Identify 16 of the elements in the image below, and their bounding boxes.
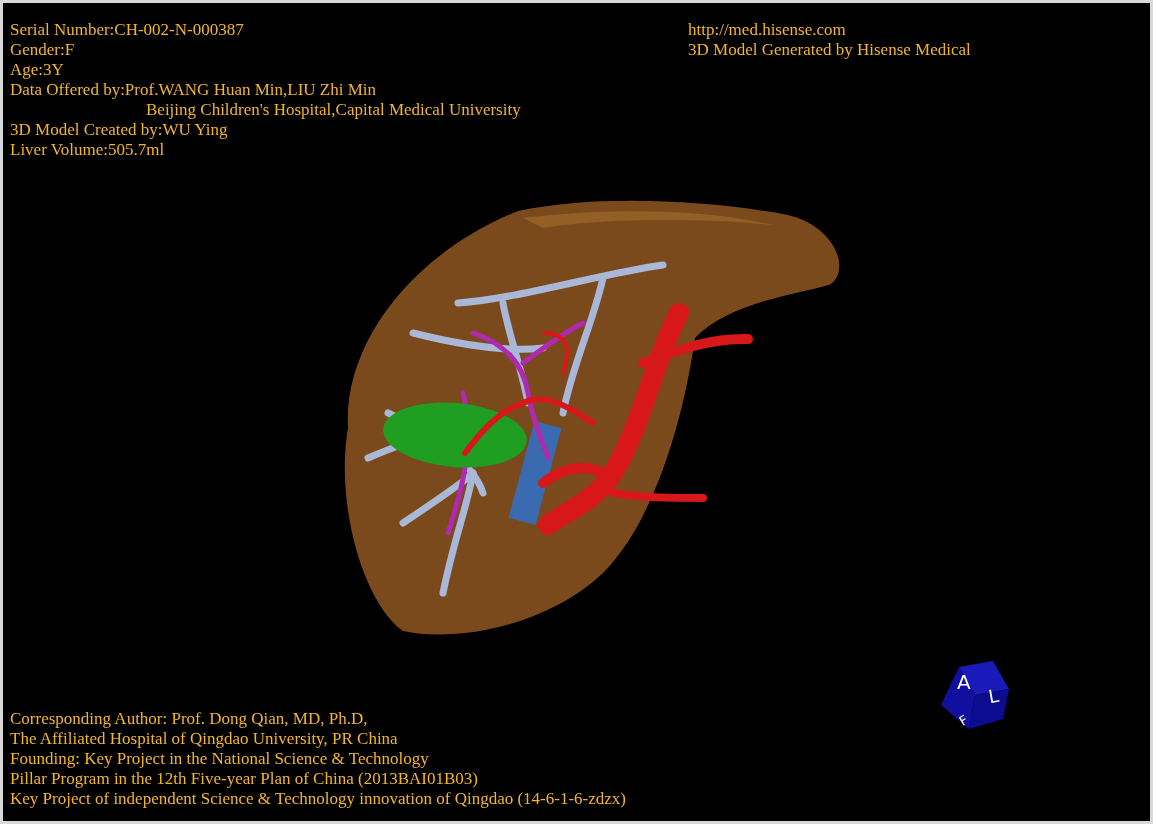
website-link[interactable]: http://med.hisense.com	[688, 20, 846, 40]
patient-info-line: 3D Model Created by:WU Ying	[10, 120, 228, 140]
patient-info-line: Serial Number:CH-002-N-000387	[10, 20, 244, 40]
credit-line: Pillar Program in the 12th Five-year Plan of China (2013BAI01B03)	[10, 769, 478, 789]
generator-credit: 3D Model Generated by Hisense Medical	[688, 40, 971, 60]
credit-line: Key Project of independent Science & Technology innovation of Qingdao (14-6-1-6-zdzx)	[10, 789, 626, 809]
credit-line: The Affiliated Hospital of Qingdao University, PR China	[10, 729, 398, 749]
patient-info-line: Liver Volume:505.7ml	[10, 140, 165, 160]
credit-line: Founding: Key Project in the National Science & Technology	[10, 749, 429, 769]
patient-info-line: Data Offered by:Prof.WANG Huan Min,LIU Zhi Min	[10, 80, 377, 100]
patient-info-line: Gender:F	[10, 40, 75, 60]
patient-info-line: Age:3Y	[10, 60, 64, 80]
orientation-cube[interactable]: A L F	[939, 659, 1011, 731]
credit-line: Corresponding Author: Prof. Dong Qian, MD, Ph.D,	[10, 709, 368, 729]
patient-info-line: Beijing Children's Hospital,Capital Medical University	[145, 100, 521, 120]
3d-viewport[interactable]	[3, 3, 1150, 821]
